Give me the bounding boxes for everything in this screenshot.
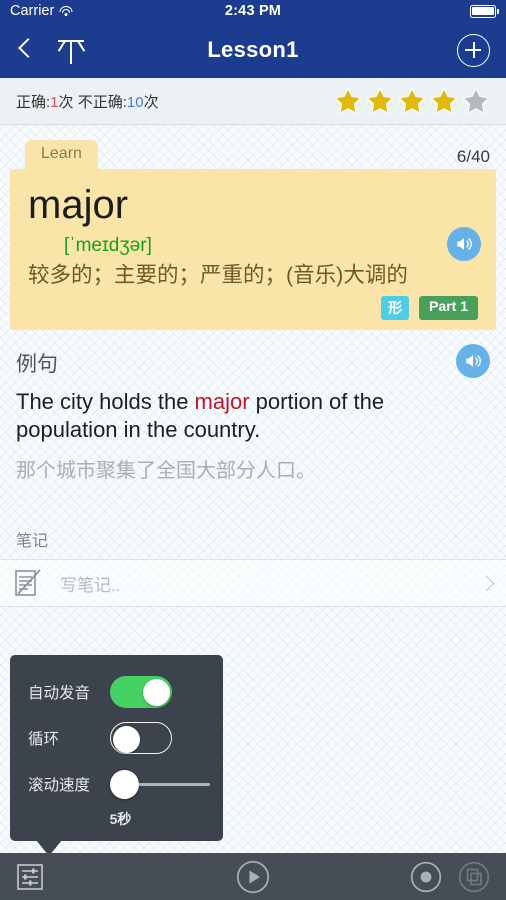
slider-handle[interactable]: [110, 770, 139, 799]
word-headword: major: [28, 183, 129, 227]
speaker-icon-word[interactable]: [447, 227, 481, 261]
chevron-right-icon: [478, 575, 495, 591]
card-tab-row: Learn 6/40: [10, 140, 496, 169]
setting-label-autoplay: 自动发音: [28, 685, 91, 702]
correct-label: 正确:: [16, 93, 51, 111]
nav-bar: Lesson1: [0, 22, 506, 78]
word-definition: 较多的；主要的；严重的；(音乐)大调的: [28, 262, 408, 287]
notes-row[interactable]: 写笔记..: [0, 559, 506, 607]
bottom-toolbar: [0, 853, 506, 900]
setting-value-speed: 5秒: [109, 811, 132, 827]
setting-label-loop: 循环: [28, 731, 60, 748]
setting-row-loop: 循环: [10, 715, 223, 761]
answer-stats: 正确:1次 不正确:10次: [16, 91, 159, 112]
star-icon-empty: [462, 87, 490, 115]
toggle-autoplay[interactable]: [110, 676, 172, 708]
setting-row-autoplay: 自动发音: [10, 669, 223, 715]
nav-left-group: [16, 34, 86, 66]
word-phonetic: [ˈmeɪdʒər]: [64, 234, 152, 256]
correct-unit: 次: [58, 93, 74, 111]
play-circle-icon[interactable]: [236, 860, 270, 894]
copy-cards-icon[interactable]: [458, 861, 490, 893]
example-sentence-en: The city holds the major portion of the …: [16, 388, 490, 445]
stats-bar: 正确:1次 不正确:10次: [0, 78, 506, 125]
example-sentence-cn: 那个城市聚集了全国大部分人口。: [16, 460, 316, 482]
status-badge-pos: 形: [381, 295, 410, 320]
record-circle-icon[interactable]: [410, 861, 442, 893]
chevron-left-icon[interactable]: [16, 35, 38, 65]
status-clock: 2:43 PM: [224, 3, 282, 19]
slider-scroll-speed[interactable]: [110, 768, 210, 800]
word-badges: 形 Part 1: [28, 295, 478, 320]
star-icon-filled: [430, 87, 458, 115]
sliders-icon[interactable]: [16, 863, 44, 891]
note-pencil-icon: [14, 568, 42, 598]
example-section: 例句 The city holds the major portion of t…: [0, 330, 506, 483]
correct-count: 1: [50, 93, 59, 111]
up-arrow-icon[interactable]: [56, 34, 86, 66]
incorrect-label: 不正确:: [77, 93, 127, 111]
star-rating[interactable]: [334, 87, 490, 115]
settings-popover: 自动发音 循环 滚动速度 5秒: [10, 655, 223, 853]
star-icon-filled: [334, 87, 362, 115]
star-icon-filled: [366, 87, 394, 115]
setting-row-speed: 滚动速度: [10, 761, 223, 807]
battery-full-icon: [470, 4, 499, 18]
speaker-icon-example[interactable]: [456, 343, 490, 378]
incorrect-unit: 次: [143, 93, 159, 111]
tab-learn[interactable]: Learn: [25, 140, 98, 169]
plus-circle-icon[interactable]: [457, 33, 490, 67]
toolbar-right-group: [410, 861, 490, 893]
main-content: Learn 6/40 major [ˈmeɪdʒər] 较多的；主要的；严重的；…: [0, 125, 506, 853]
word-card: major [ˈmeɪdʒər] 较多的；主要的；严重的；(音乐)大调的 形 P…: [10, 169, 496, 330]
status-bar: Carrier 2:43 PM: [0, 0, 506, 22]
sentence-highlight-word: major: [194, 388, 250, 414]
toggle-loop[interactable]: [110, 722, 172, 754]
star-icon-filled: [398, 87, 426, 115]
note-input-placeholder[interactable]: 写笔记..: [60, 571, 120, 596]
card-counter: 6/40: [456, 147, 490, 166]
setting-label-speed: 滚动速度: [28, 777, 91, 794]
example-section-title: 例句: [16, 352, 58, 376]
status-badge-part: Part 1: [419, 295, 478, 320]
word-card-section: Learn 6/40 major [ˈmeɪdʒər] 较多的；主要的；严重的；…: [0, 125, 506, 330]
sentence-part-before: The city holds the: [16, 388, 195, 414]
incorrect-count: 10: [126, 93, 144, 111]
notes-label: 笔记: [16, 533, 49, 550]
